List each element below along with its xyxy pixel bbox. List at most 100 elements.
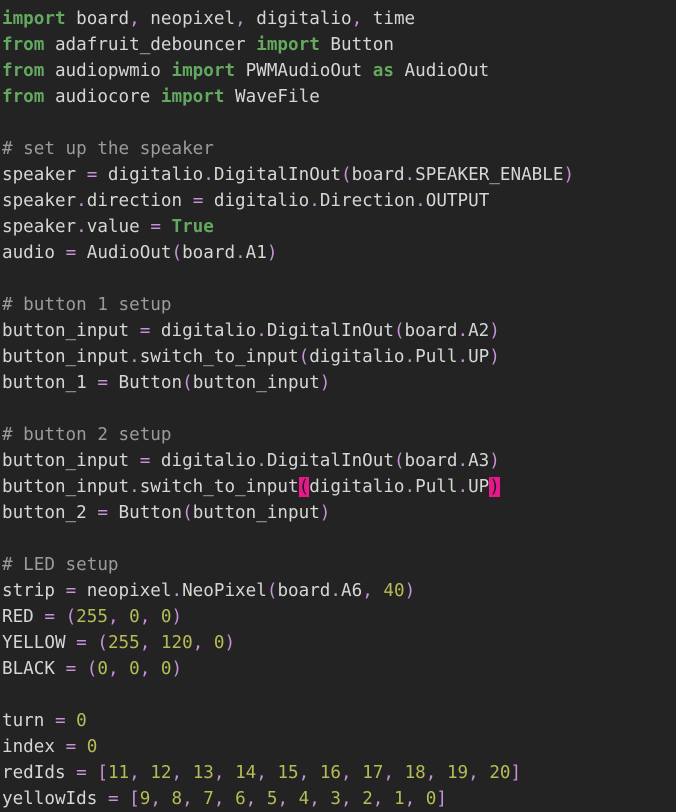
code-token: , [468,763,479,783]
code-token: . [129,347,140,367]
code-token: [ [129,789,140,809]
code-line[interactable]: turn = 0 [2,708,676,734]
code-line[interactable]: button_2 = Button(button_input) [2,500,676,526]
code-line[interactable]: import board, neopixel, digitalio, time [2,6,676,32]
code-token: from [2,87,45,107]
code-line[interactable] [2,526,676,552]
code-token: neopixel [139,9,236,29]
code-token: Pull [415,347,458,367]
code-token: ) [319,503,331,523]
code-token: # button 2 setup [2,425,172,445]
code-token: button_2 [2,503,98,523]
code-line[interactable]: speaker.value = True [2,214,676,240]
code-token: 20 [489,763,511,783]
code-token: 9 [139,789,151,809]
code-line[interactable]: # set up the speaker [2,136,676,162]
code-token: audiocore [44,87,161,107]
code-token: . [330,581,341,601]
code-line[interactable]: redIds = [11, 12, 13, 14, 15, 16, 17, 18… [2,760,676,786]
code-line[interactable]: speaker.direction = digitalio.Direction.… [2,188,676,214]
code-line[interactable] [2,110,676,136]
code-token: switch_to_input [139,347,299,367]
bracket-match-highlight: ( [298,477,310,497]
code-token: , [213,763,225,783]
code-token: = [192,191,204,211]
code-line[interactable]: strip = neopixel.NeoPixel(board.A6, 40) [2,578,676,604]
code-token: . [404,477,416,497]
code-token: = [44,607,55,627]
code-token: = [139,321,151,341]
code-line[interactable]: # LED setup [2,552,676,578]
code-token: ( [65,607,77,627]
code-token: = [65,581,77,601]
code-line[interactable]: button_input = digitalio.DigitalInOut(bo… [2,448,676,474]
code-token: , [425,763,437,783]
code-token: Pull [415,477,458,497]
code-token: = [97,373,108,393]
code-token: . [203,165,214,185]
code-line[interactable]: index = 0 [2,734,676,760]
code-token: . [256,451,267,471]
code-token: . [309,191,320,211]
code-token: # button 1 setup [2,295,172,315]
code-token: digitalio [97,165,204,185]
code-token: import [2,9,66,29]
code-line[interactable]: RED = (255, 0, 0) [2,604,676,630]
code-token: ( [171,243,183,263]
code-token: , [139,607,151,627]
code-editor[interactable]: import board, neopixel, digitalio, time f… [0,0,676,809]
code-line[interactable]: button_input = digitalio.DigitalInOut(bo… [2,318,676,344]
code-line[interactable]: BLACK = (0, 0, 0) [2,656,676,682]
code-token: button_1 [2,373,98,393]
code-line[interactable] [2,682,676,708]
code-token: , [256,763,267,783]
code-line[interactable]: from audiocore import WaveFile [2,84,676,110]
code-line[interactable]: yellowIds = [9, 8, 7, 6, 5, 4, 3, 2, 1, … [2,786,676,812]
code-line[interactable]: # button 1 setup [2,292,676,318]
code-token: ( [182,373,193,393]
code-token: , [341,789,352,809]
code-token: ( [298,347,310,367]
code-line[interactable]: button_input.switch_to_input(digitalio.P… [2,344,676,370]
code-token: Button [319,35,394,55]
code-line[interactable]: from audiopwmio import PWMAudioOut as Au… [2,58,676,84]
code-token: , [171,763,183,783]
code-line[interactable]: button_1 = Button(button_input) [2,370,676,396]
code-token: from [2,35,45,55]
code-token: = [54,711,66,731]
code-token: 0 [129,659,140,679]
code-line[interactable]: button_input.switch_to_input(digitalio.P… [2,474,676,500]
code-token: Direction [319,191,416,211]
code-lines-container[interactable]: import board, neopixel, digitalio, time f… [0,0,676,812]
code-token: RED [2,607,45,627]
code-line[interactable]: YELLOW = (255, 120, 0) [2,630,676,656]
code-token: board [351,165,405,185]
code-token: ) [266,243,278,263]
code-line[interactable]: from adafruit_debouncer import Button [2,32,676,58]
code-token: YELLOW [2,633,77,653]
code-line[interactable]: audio = AudioOut(board.A1) [2,240,676,266]
code-line[interactable]: speaker = digitalio.DigitalInOut(board.S… [2,162,676,188]
code-token: . [457,347,469,367]
code-line[interactable] [2,396,676,422]
code-line[interactable]: # button 2 setup [2,422,676,448]
code-token: [ [97,763,108,783]
code-token: SPEAKER_ENABLE [415,165,564,185]
code-line[interactable] [2,266,676,292]
